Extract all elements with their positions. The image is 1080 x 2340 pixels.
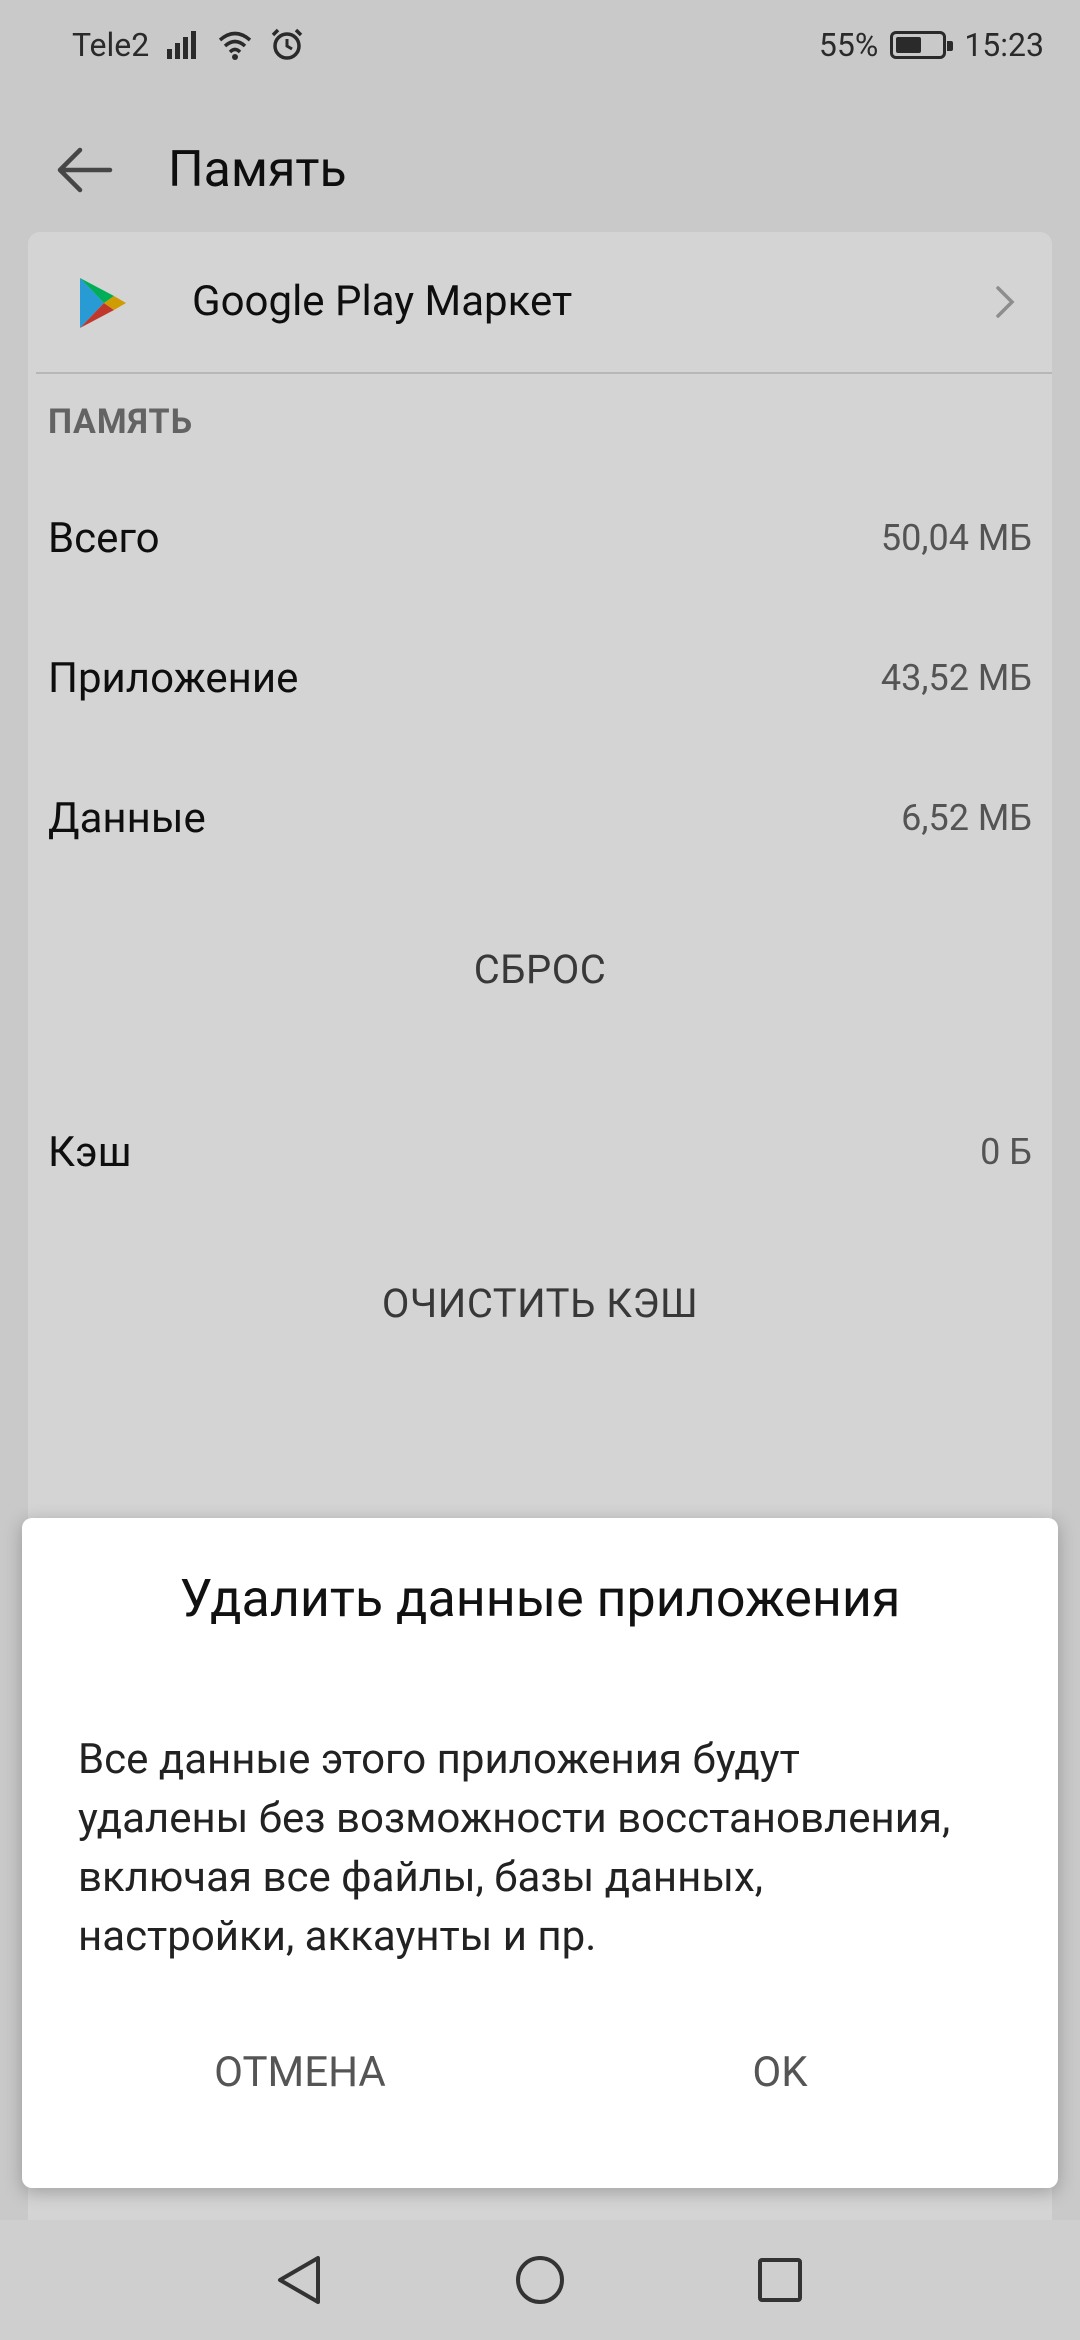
home-circle-icon bbox=[516, 2256, 564, 2304]
nav-back-button[interactable] bbox=[260, 2240, 340, 2320]
recents-square-icon bbox=[758, 2258, 802, 2302]
cancel-button[interactable]: ОТМЕНА bbox=[150, 2033, 450, 2113]
navigation-bar bbox=[0, 2220, 1080, 2340]
nav-home-button[interactable] bbox=[500, 2240, 580, 2320]
dialog-message: Все данные этого приложения будут удален… bbox=[78, 1735, 951, 1961]
back-triangle-icon bbox=[278, 2256, 320, 2304]
dialog-title: Удалить данные приложения bbox=[179, 1568, 901, 1629]
nav-recents-button[interactable] bbox=[740, 2240, 820, 2320]
ok-button[interactable]: OK bbox=[630, 2033, 930, 2113]
